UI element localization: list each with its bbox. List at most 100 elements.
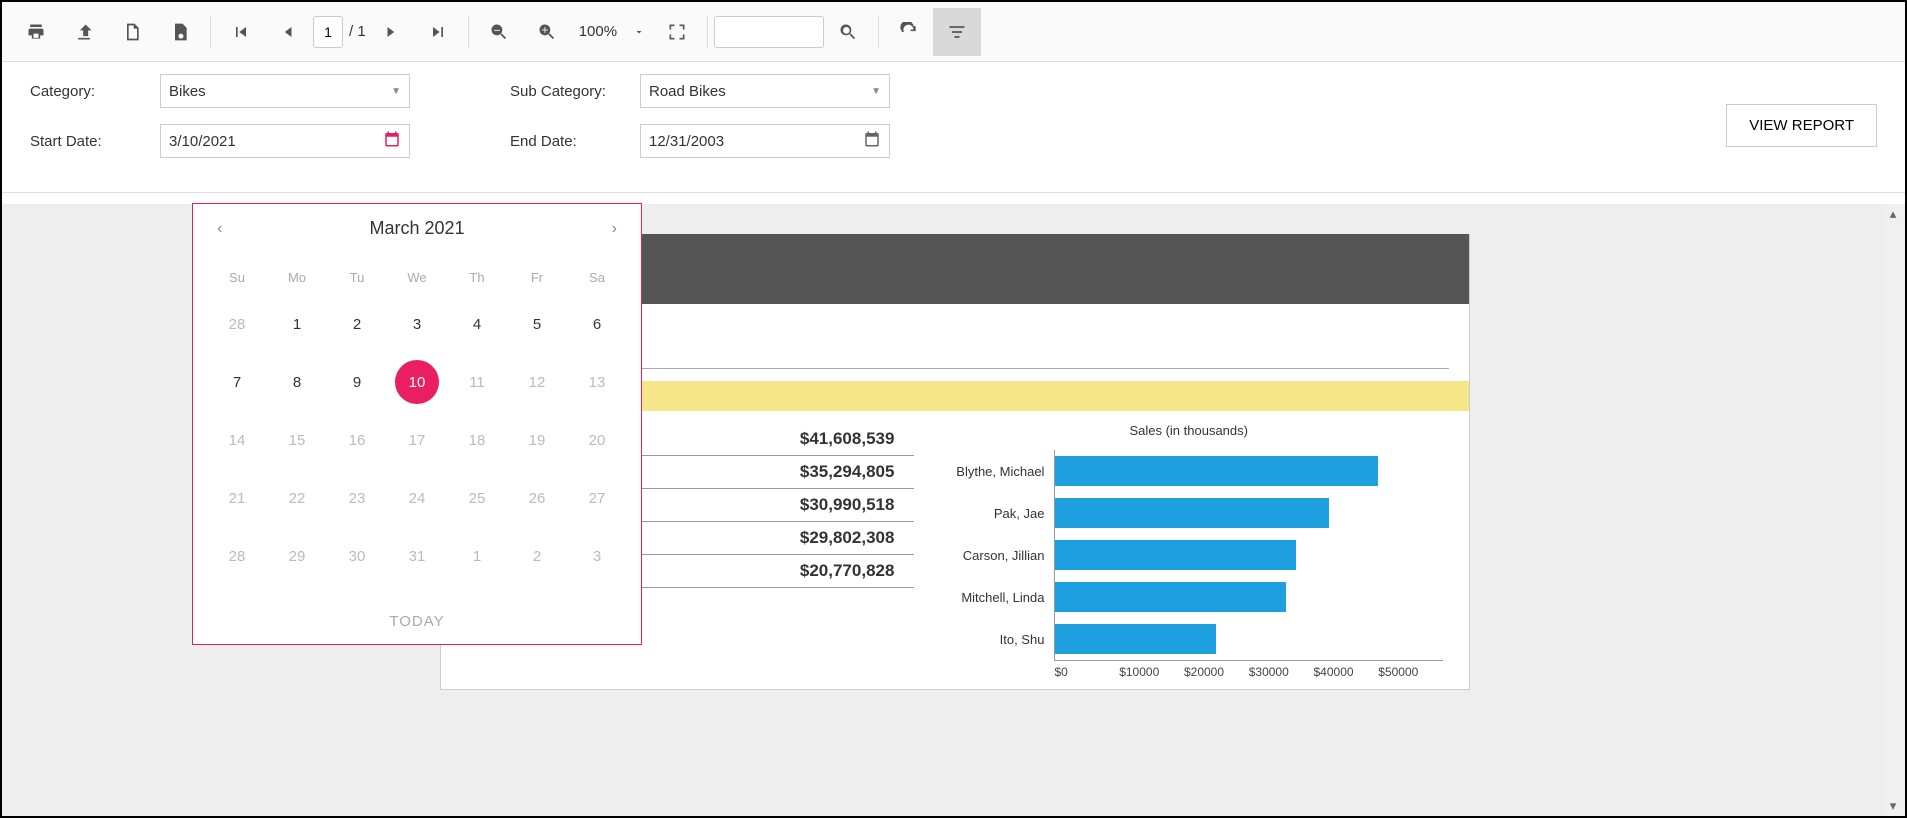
- enddate-field[interactable]: 12/31/2003: [640, 124, 890, 158]
- calendar-day[interactable]: 24: [387, 469, 447, 527]
- calendar-dow: We: [387, 259, 447, 295]
- calendar-day[interactable]: 5: [507, 295, 567, 353]
- calendar-day[interactable]: 1: [447, 527, 507, 585]
- page-number-input[interactable]: [313, 16, 343, 48]
- fit-page-button[interactable]: [653, 8, 701, 56]
- calendar-day[interactable]: 19: [507, 411, 567, 469]
- prev-page-button[interactable]: [265, 8, 313, 56]
- scroll-up-icon[interactable]: ▴: [1883, 204, 1903, 224]
- chart-row: Mitchell, Linda: [934, 576, 1443, 618]
- last-page-button[interactable]: [414, 8, 462, 56]
- calendar-day[interactable]: 28: [207, 527, 267, 585]
- print-button[interactable]: [12, 8, 60, 56]
- calendar-dow: Mo: [267, 259, 327, 295]
- first-page-button[interactable]: [217, 8, 265, 56]
- chart-tick: $50000: [1378, 665, 1443, 679]
- refresh-button[interactable]: [885, 8, 933, 56]
- subcategory-value: Road Bikes: [649, 83, 726, 100]
- calendar-icon[interactable]: [383, 130, 401, 152]
- calendar-dow: Su: [207, 259, 267, 295]
- startdate-label: Start Date:: [30, 133, 160, 150]
- chart-row: Pak, Jae: [934, 492, 1443, 534]
- calendar-day[interactable]: 2: [327, 295, 387, 353]
- view-report-button[interactable]: VIEW REPORT: [1726, 104, 1877, 147]
- toolbar: / 1 100%: [2, 2, 1905, 62]
- chart-category-label: Ito, Shu: [934, 632, 1054, 647]
- search-button[interactable]: [824, 8, 872, 56]
- sales-value: $20,770,828: [800, 561, 915, 581]
- subcategory-dropdown[interactable]: Road Bikes ▼: [640, 74, 890, 108]
- zoom-dropdown-button[interactable]: [625, 8, 653, 56]
- chart-tick: $40000: [1314, 665, 1379, 679]
- next-page-button[interactable]: [366, 8, 414, 56]
- calendar-day[interactable]: 10: [387, 353, 447, 411]
- search-input[interactable]: [714, 16, 824, 48]
- category-dropdown[interactable]: Bikes ▼: [160, 74, 410, 108]
- calendar-day[interactable]: 12: [507, 353, 567, 411]
- calendar-day[interactable]: 31: [387, 527, 447, 585]
- calendar-day[interactable]: 11: [447, 353, 507, 411]
- sales-value: $30,990,518: [800, 495, 915, 515]
- calendar-day[interactable]: 22: [267, 469, 327, 527]
- startdate-field[interactable]: 3/10/2021: [160, 124, 410, 158]
- chart-bar: [1055, 540, 1295, 570]
- calendar-day[interactable]: 4: [447, 295, 507, 353]
- sales-value: $29,802,308: [800, 528, 915, 548]
- calendar-day[interactable]: 20: [567, 411, 627, 469]
- calendar-day[interactable]: 28: [207, 295, 267, 353]
- enddate-label: End Date:: [510, 133, 640, 150]
- calendar-day[interactable]: 9: [327, 353, 387, 411]
- calendar-day[interactable]: 21: [207, 469, 267, 527]
- calendar-day[interactable]: 25: [447, 469, 507, 527]
- calendar-day[interactable]: 2: [507, 527, 567, 585]
- calendar-dow: Tu: [327, 259, 387, 295]
- page-setup-button[interactable]: [156, 8, 204, 56]
- calendar-day[interactable]: 29: [267, 527, 327, 585]
- export-button[interactable]: [60, 8, 108, 56]
- calendar-icon[interactable]: [863, 130, 881, 152]
- calendar-day[interactable]: 14: [207, 411, 267, 469]
- calendar-day[interactable]: 6: [567, 295, 627, 353]
- startdate-value: 3/10/2021: [169, 133, 236, 150]
- calendar-day[interactable]: 8: [267, 353, 327, 411]
- scroll-down-icon[interactable]: ▾: [1883, 796, 1903, 816]
- calendar-day[interactable]: 23: [327, 469, 387, 527]
- calendar-dow: Sa: [567, 259, 627, 295]
- calendar-day[interactable]: 3: [387, 295, 447, 353]
- calendar-day[interactable]: 13: [567, 353, 627, 411]
- calendar-day[interactable]: 26: [507, 469, 567, 527]
- calendar-day[interactable]: 1: [267, 295, 327, 353]
- next-month-button[interactable]: ›: [612, 220, 617, 238]
- datepicker-popup: ‹ March 2021 › SuMoTuWeThFrSa28123456789…: [192, 203, 642, 645]
- document-button[interactable]: [108, 8, 156, 56]
- calendar-dow: Th: [447, 259, 507, 295]
- calendar-day[interactable]: 3: [567, 527, 627, 585]
- zoom-in-button[interactable]: [523, 8, 571, 56]
- calendar-day[interactable]: 18: [447, 411, 507, 469]
- calendar-day[interactable]: 15: [267, 411, 327, 469]
- today-button[interactable]: TODAY: [193, 599, 641, 644]
- zoom-out-button[interactable]: [475, 8, 523, 56]
- chart-category-label: Carson, Jillian: [934, 548, 1054, 563]
- calendar-day[interactable]: 17: [387, 411, 447, 469]
- page-total-label: / 1: [349, 23, 366, 40]
- calendar-day[interactable]: 27: [567, 469, 627, 527]
- chart-bar: [1055, 456, 1378, 486]
- calendar-day[interactable]: 30: [327, 527, 387, 585]
- category-value: Bikes: [169, 83, 206, 100]
- chevron-down-icon: ▼: [391, 86, 401, 97]
- chart-bar: [1055, 582, 1286, 612]
- parameters-toggle-button[interactable]: [933, 8, 981, 56]
- prev-month-button[interactable]: ‹: [217, 220, 222, 238]
- sales-value: $41,608,539: [800, 429, 915, 449]
- chart-bar: [1055, 498, 1329, 528]
- vertical-scrollbar[interactable]: ▴ ▾: [1883, 204, 1903, 816]
- calendar-day[interactable]: 16: [327, 411, 387, 469]
- calendar-day[interactable]: 7: [207, 353, 267, 411]
- category-label: Category:: [30, 83, 160, 100]
- chart-row: Ito, Shu: [934, 618, 1443, 660]
- calendar-title[interactable]: March 2021: [369, 218, 464, 239]
- chart-row: Carson, Jillian: [934, 534, 1443, 576]
- chart-category-label: Mitchell, Linda: [934, 590, 1054, 605]
- chart-tick: $0: [1054, 665, 1119, 679]
